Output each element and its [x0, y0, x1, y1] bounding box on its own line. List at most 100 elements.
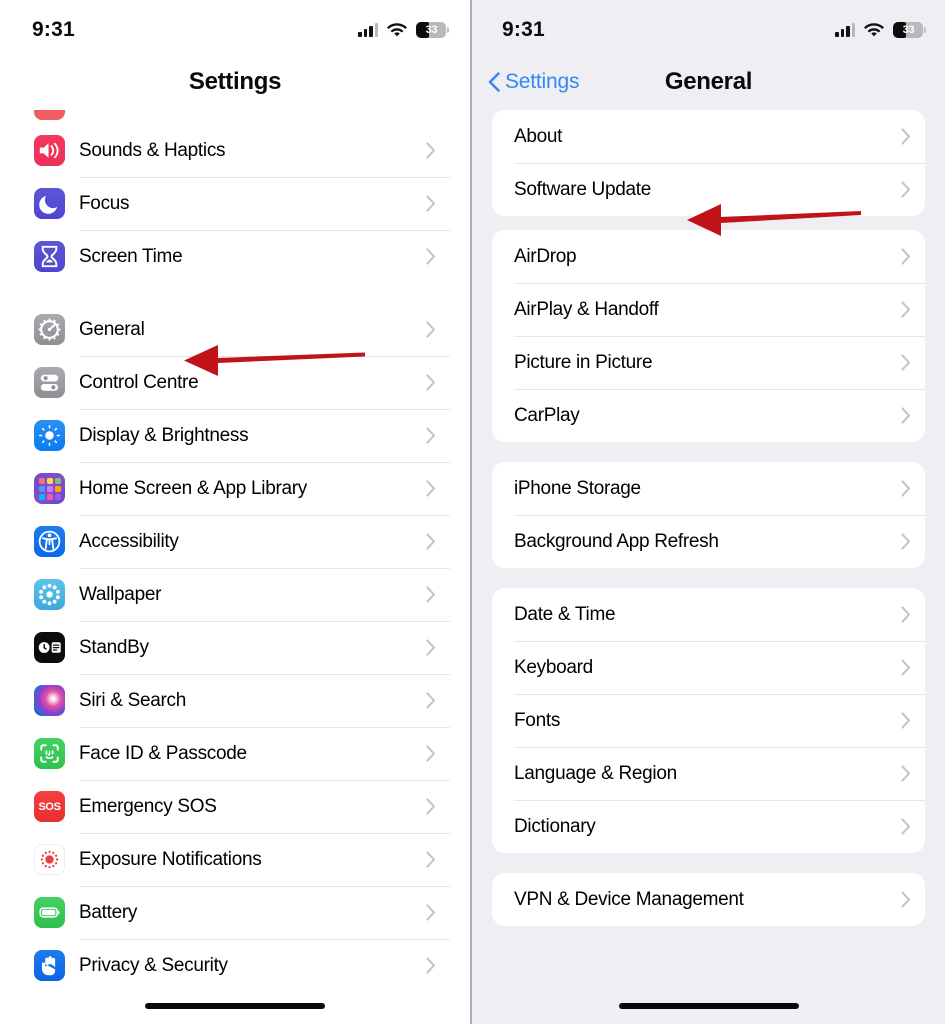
chevron-right-icon [901, 354, 911, 371]
list-item[interactable]: Battery [20, 886, 450, 939]
battery-icon [34, 897, 65, 928]
list-item[interactable]: SOS Emergency SOS [20, 780, 450, 833]
accessibility-icon [34, 526, 65, 557]
chevron-right-icon [901, 248, 911, 265]
list-item[interactable]: About [492, 110, 925, 163]
general-group-group-about: About Software Update [492, 110, 925, 216]
moon-icon [34, 188, 65, 219]
chevron-right-icon [901, 407, 911, 424]
status-bar-right: 9:31 33 [480, 6, 937, 54]
brightness-icon [34, 420, 65, 451]
list-item-label: VPN & Device Management [514, 888, 744, 910]
right-groups-container: About Software Update AirDrop AirPlay & Han… [492, 110, 925, 926]
general-group-group-management: VPN & Device Management [492, 873, 925, 926]
chevron-right-icon [426, 904, 436, 921]
list-item-label: CarPlay [514, 404, 580, 426]
sos-icon: SOS [34, 791, 65, 822]
speaker-icon [34, 135, 65, 166]
face-id-icon [34, 738, 65, 769]
list-item-label: Fonts [514, 709, 561, 731]
partial-scrolled-row [20, 110, 450, 124]
wifi-icon [387, 22, 407, 38]
sliders-icon [34, 367, 65, 398]
general-list[interactable]: About Software Update AirDrop AirPlay & Han… [480, 110, 937, 1024]
hourglass-icon [34, 241, 65, 272]
wifi-icon [864, 22, 884, 38]
settings-list[interactable]: Sounds & Haptics Focus Screen Time General C… [10, 110, 460, 1024]
list-item[interactable]: iPhone Storage [492, 462, 925, 515]
list-item[interactable]: Wallpaper [20, 568, 450, 621]
list-item-label: Software Update [514, 178, 652, 200]
list-item[interactable]: Software Update [492, 163, 925, 216]
right-phone-screen: 9:31 33 Settings General About Software … [472, 0, 945, 1024]
list-item-label: Date & Time [514, 603, 616, 625]
chevron-right-icon [426, 692, 436, 709]
list-item[interactable]: Home Screen & App Library [20, 462, 450, 515]
list-item[interactable]: VPN & Device Management [492, 873, 925, 926]
chevron-right-icon [426, 195, 436, 212]
chevron-right-icon [901, 765, 911, 782]
list-item-label: Sounds & Haptics [79, 139, 226, 161]
list-item[interactable]: Control Centre [20, 356, 450, 409]
general-group-group-connectivity: AirDrop AirPlay & Handoff Picture in Pictu… [492, 230, 925, 442]
list-item-label: Picture in Picture [514, 351, 653, 373]
list-item[interactable]: AirDrop [492, 230, 925, 283]
standby-icon [34, 632, 65, 663]
list-item-label: Background App Refresh [514, 530, 719, 552]
chevron-right-icon [901, 818, 911, 835]
chevron-right-icon [901, 301, 911, 318]
list-item-label: Wallpaper [79, 583, 162, 605]
back-button[interactable]: Settings [488, 70, 579, 94]
general-group-group-localization: Date & Time Keyboard Fonts Language & Regio… [492, 588, 925, 853]
list-item[interactable]: Date & Time [492, 588, 925, 641]
list-item[interactable]: Background App Refresh [492, 515, 925, 568]
list-item[interactable]: Accessibility [20, 515, 450, 568]
settings-group-group-system: General Control Centre Display & Brightnes… [20, 303, 450, 992]
chevron-right-icon [901, 480, 911, 497]
list-item[interactable]: Face ID & Passcode [20, 727, 450, 780]
list-item-label: Battery [79, 901, 138, 923]
list-item[interactable]: Language & Region [492, 747, 925, 800]
list-item[interactable]: Dictionary [492, 800, 925, 853]
home-indicator [618, 1003, 799, 1009]
list-item[interactable]: Fonts [492, 694, 925, 747]
left-phone-screen: 9:31 33 Settings Sounds & Haptics Focus … [0, 0, 470, 1024]
app-grid-icon [34, 473, 65, 504]
list-item[interactable]: General [20, 303, 450, 356]
list-item-label: Dictionary [514, 815, 596, 837]
list-item[interactable]: Focus [20, 177, 450, 230]
list-item-label: StandBy [79, 636, 149, 658]
list-item[interactable]: CarPlay [492, 389, 925, 442]
list-item[interactable]: Siri & Search [20, 674, 450, 727]
status-icons: 33 [358, 22, 449, 38]
list-item[interactable]: Keyboard [492, 641, 925, 694]
status-time-right: 9:31 [502, 18, 545, 41]
dual-screenshot-stage: 9:31 33 Settings Sounds & Haptics Focus … [0, 0, 945, 1024]
chevron-right-icon [426, 639, 436, 656]
settings-group-group-media: Sounds & Haptics Focus Screen Time [20, 124, 450, 283]
list-item-label: Screen Time [79, 245, 183, 267]
chevron-right-icon [426, 142, 436, 159]
cellular-signal-icon [358, 23, 378, 37]
hand-icon [34, 950, 65, 981]
list-item[interactable]: AirPlay & Handoff [492, 283, 925, 336]
list-item[interactable]: Screen Time [20, 230, 450, 283]
page-title-right: General [664, 68, 753, 95]
list-item-label: Privacy & Security [79, 954, 228, 976]
list-item-label: Control Centre [79, 371, 199, 393]
chevron-right-icon [901, 712, 911, 729]
chevron-right-icon [426, 745, 436, 762]
list-item[interactable]: Privacy & Security [20, 939, 450, 992]
chevron-right-icon [901, 659, 911, 676]
list-item[interactable]: Display & Brightness [20, 409, 450, 462]
list-item[interactable]: Picture in Picture [492, 336, 925, 389]
list-item[interactable]: Sounds & Haptics [20, 124, 450, 177]
list-item[interactable]: Exposure Notifications [20, 833, 450, 886]
chevron-right-icon [426, 321, 436, 338]
list-item-label: Accessibility [79, 530, 179, 552]
list-item-label: Home Screen & App Library [79, 477, 308, 499]
list-item[interactable]: StandBy [20, 621, 450, 674]
